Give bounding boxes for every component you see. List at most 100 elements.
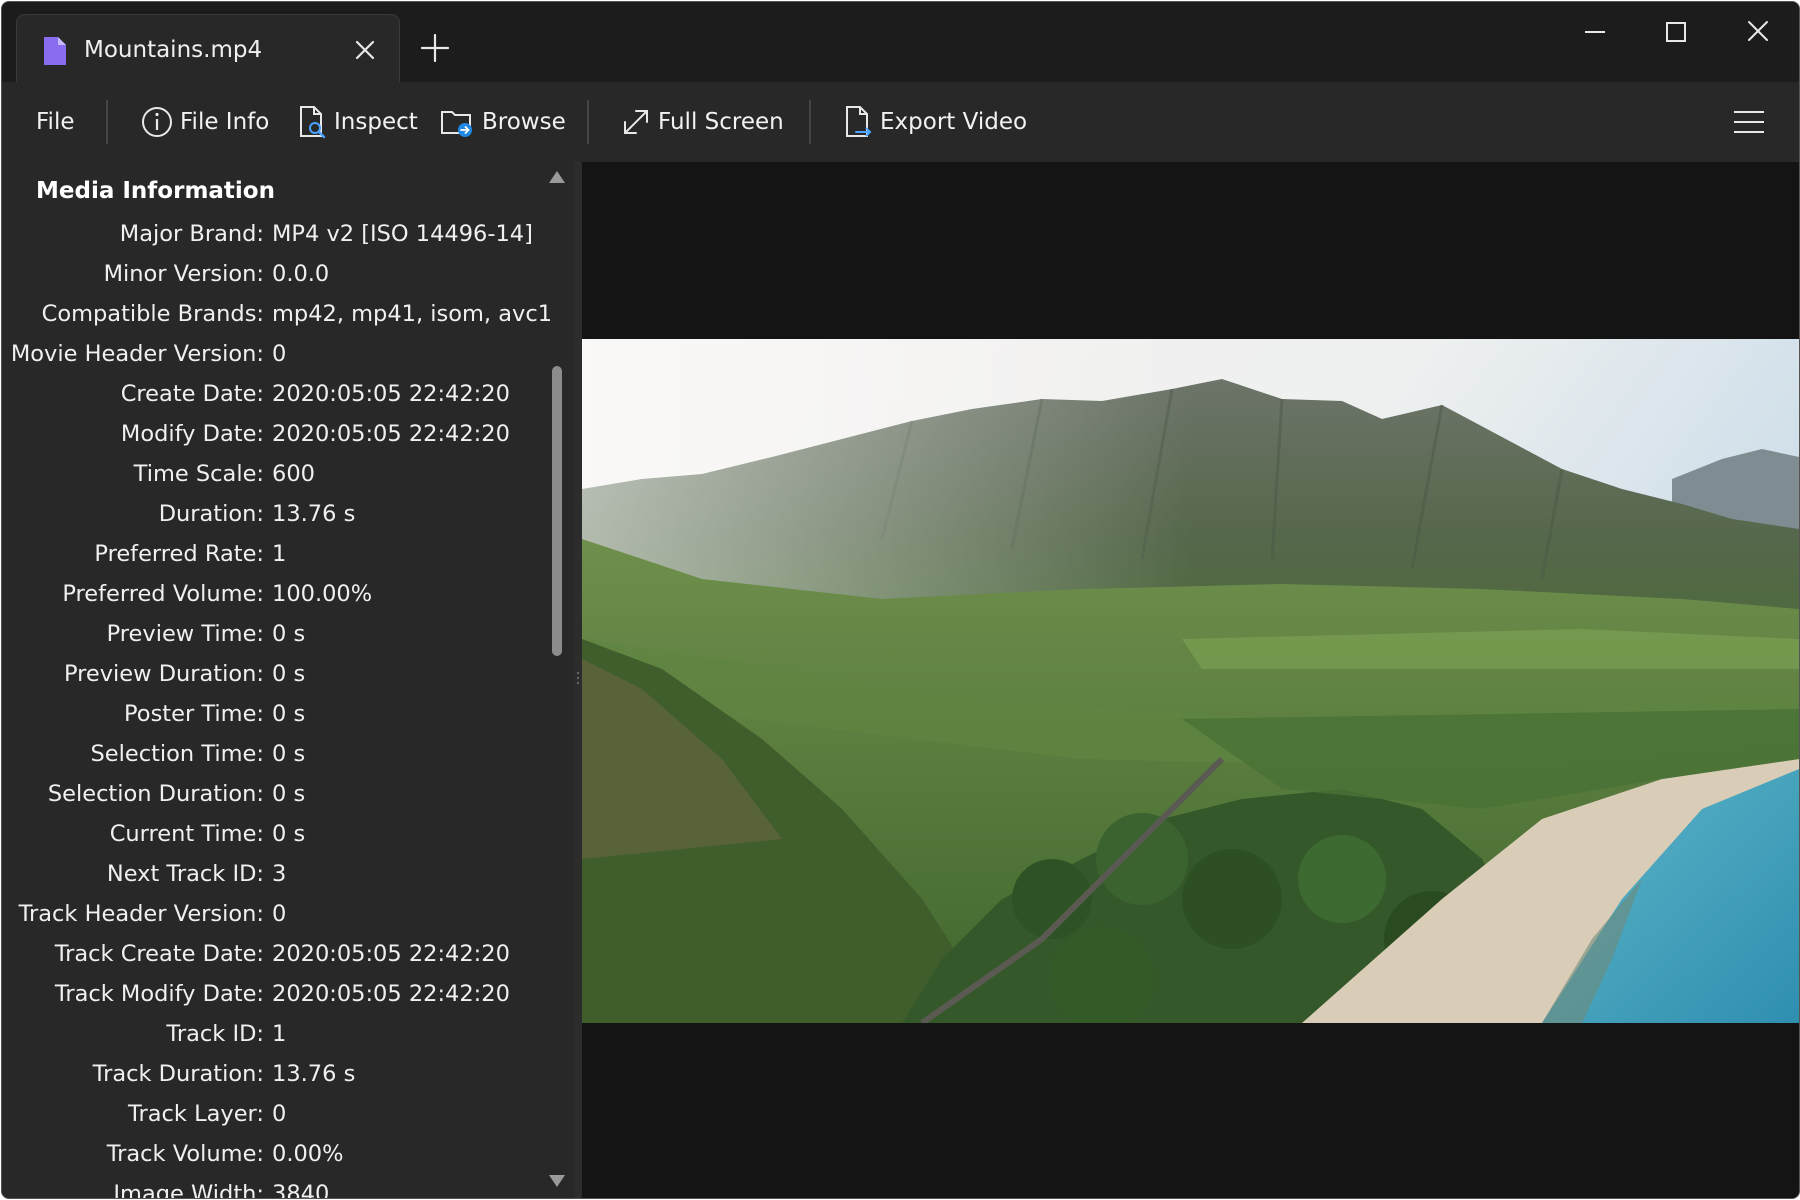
browse-button[interactable]: Browse [440,100,566,144]
media-info-list: Major Brand: MP4 v2 [ISO 14496-14] Minor V… [2,214,552,1198]
file-info-label: File Info [180,109,270,135]
info-value: MP4 v2 [ISO 14496-14] [272,221,533,247]
toolbar-divider [106,100,108,144]
media-info-heading: Media Information [36,178,275,204]
info-value: 0 s [272,701,306,727]
hamburger-menu-icon[interactable] [1732,108,1766,136]
info-label: Create Date: [120,381,264,407]
info-value: 0 s [272,821,306,847]
info-row: Preview Duration: 0 s [2,654,547,694]
info-label: Duration: [158,501,264,527]
info-label: Track Modify Date: [54,981,264,1007]
info-label: Major Brand: [119,221,264,247]
info-value: 100.00% [272,581,373,607]
file-icon [44,37,66,65]
tab-title: Mountains.mp4 [84,37,263,63]
info-label: Selection Duration: [47,781,264,807]
info-value: 0 [272,341,287,367]
toolbar: File File Info Inspect Browse Full Scree… [2,82,1799,162]
info-label: Track Layer: [128,1101,264,1127]
toolbar-divider [587,100,589,144]
file-info-button[interactable]: File Info [140,100,269,144]
mountain-landscape-image [582,339,1799,1023]
info-row: Create Date: 2020:05:05 22:42:20 [2,374,547,414]
info-row: Modify Date: 2020:05:05 22:42:20 [2,414,547,454]
window-close-icon[interactable] [1738,16,1778,48]
panel-splitter[interactable] [574,162,582,1198]
info-value: 0 s [272,661,306,687]
info-label: Minor Version: [103,261,264,287]
info-row: Track Create Date: 2020:05:05 22:42:20 [2,934,547,974]
browse-label: Browse [482,109,566,135]
info-value: 1 [272,1021,287,1047]
info-row: Preferred Volume: 100.00% [2,574,547,614]
toolbar-divider [809,100,811,144]
scroll-up-arrow-icon[interactable] [548,170,566,184]
info-label: Image Width: [113,1181,264,1198]
info-icon [142,107,172,137]
info-row: Track Header Version: 0 [2,894,547,934]
browse-folder-icon [441,111,472,137]
info-row: Preferred Rate: 1 [2,534,547,574]
info-value: 13.76 s [272,501,356,527]
info-value: 0.0.0 [272,261,330,287]
minimize-icon[interactable] [1575,16,1615,48]
info-value: 3840 [272,1181,330,1198]
full-screen-button[interactable]: Full Screen [620,100,784,144]
info-value: 0 [272,901,287,927]
scroll-down-arrow-icon[interactable] [548,1174,566,1188]
inspect-icon [300,106,326,139]
scrollbar-thumb[interactable] [552,366,562,656]
info-value: 0 s [272,741,306,767]
inspect-button[interactable]: Inspect [298,100,418,144]
info-value: 0.00% [272,1141,344,1167]
info-label: Preview Duration: [63,661,264,687]
info-value: 0 s [272,781,306,807]
info-value: 13.76 s [272,1061,356,1087]
info-row: Major Brand: MP4 v2 [ISO 14496-14] [2,214,547,254]
info-row: Track Modify Date: 2020:05:05 22:42:20 [2,974,547,1014]
info-row: Time Scale: 600 [2,454,547,494]
file-menu-button[interactable]: File [36,100,75,144]
info-row: Minor Version: 0.0.0 [2,254,547,294]
info-row: Poster Time: 0 s [2,694,547,734]
info-value: 2020:05:05 22:42:20 [272,381,510,407]
video-frame[interactable] [582,339,1799,1023]
info-label: Next Track ID: [106,861,264,887]
export-icon [846,106,872,137]
title-bar: Mountains.mp4 [2,2,1799,83]
tab-mountains[interactable]: Mountains.mp4 [16,14,400,83]
maximize-icon[interactable] [1656,16,1696,48]
video-preview-area[interactable] [582,162,1799,1198]
export-video-button[interactable]: Export Video [844,100,1027,144]
info-label: Track Header Version: [18,901,264,927]
new-tab-icon[interactable] [419,32,451,64]
info-row: Selection Time: 0 s [2,734,547,774]
info-row: Track Volume: 0.00% [2,1134,547,1174]
info-value: 2020:05:05 22:42:20 [272,941,510,967]
info-value: 600 [272,461,315,487]
info-label: Track Duration: [92,1061,264,1087]
info-row: Track ID: 1 [2,1014,547,1054]
info-label: Time Scale: [133,461,264,487]
info-label: Current Time: [109,821,264,847]
info-value: 0 [272,1101,287,1127]
info-row: Track Layer: 0 [2,1094,547,1134]
info-label: Poster Time: [124,701,264,727]
info-row: Movie Header Version: 0 [2,334,547,374]
info-row: Compatible Brands: mp42, mp41, isom, avc1 [2,294,552,334]
close-tab-icon[interactable] [352,37,378,63]
info-value: 1 [272,541,287,567]
info-row: Current Time: 0 s [2,814,547,854]
media-info-panel[interactable]: Media Information Major Brand: MP4 v2 [IS… [2,162,574,1198]
info-label: Track ID: [166,1021,264,1047]
info-value: 2020:05:05 22:42:20 [272,981,510,1007]
splitter-grip-icon [577,672,579,684]
info-value: 0 s [272,621,306,647]
app-window: Mountains.mp4 File File Info Inspect Bro… [1,1,1800,1199]
info-label: Compatible Brands: [41,301,264,327]
info-label: Track Create Date: [54,941,264,967]
info-value: 3 [272,861,287,887]
inspect-label: Inspect [334,109,418,135]
info-row: Track Duration: 13.76 s [2,1054,547,1094]
